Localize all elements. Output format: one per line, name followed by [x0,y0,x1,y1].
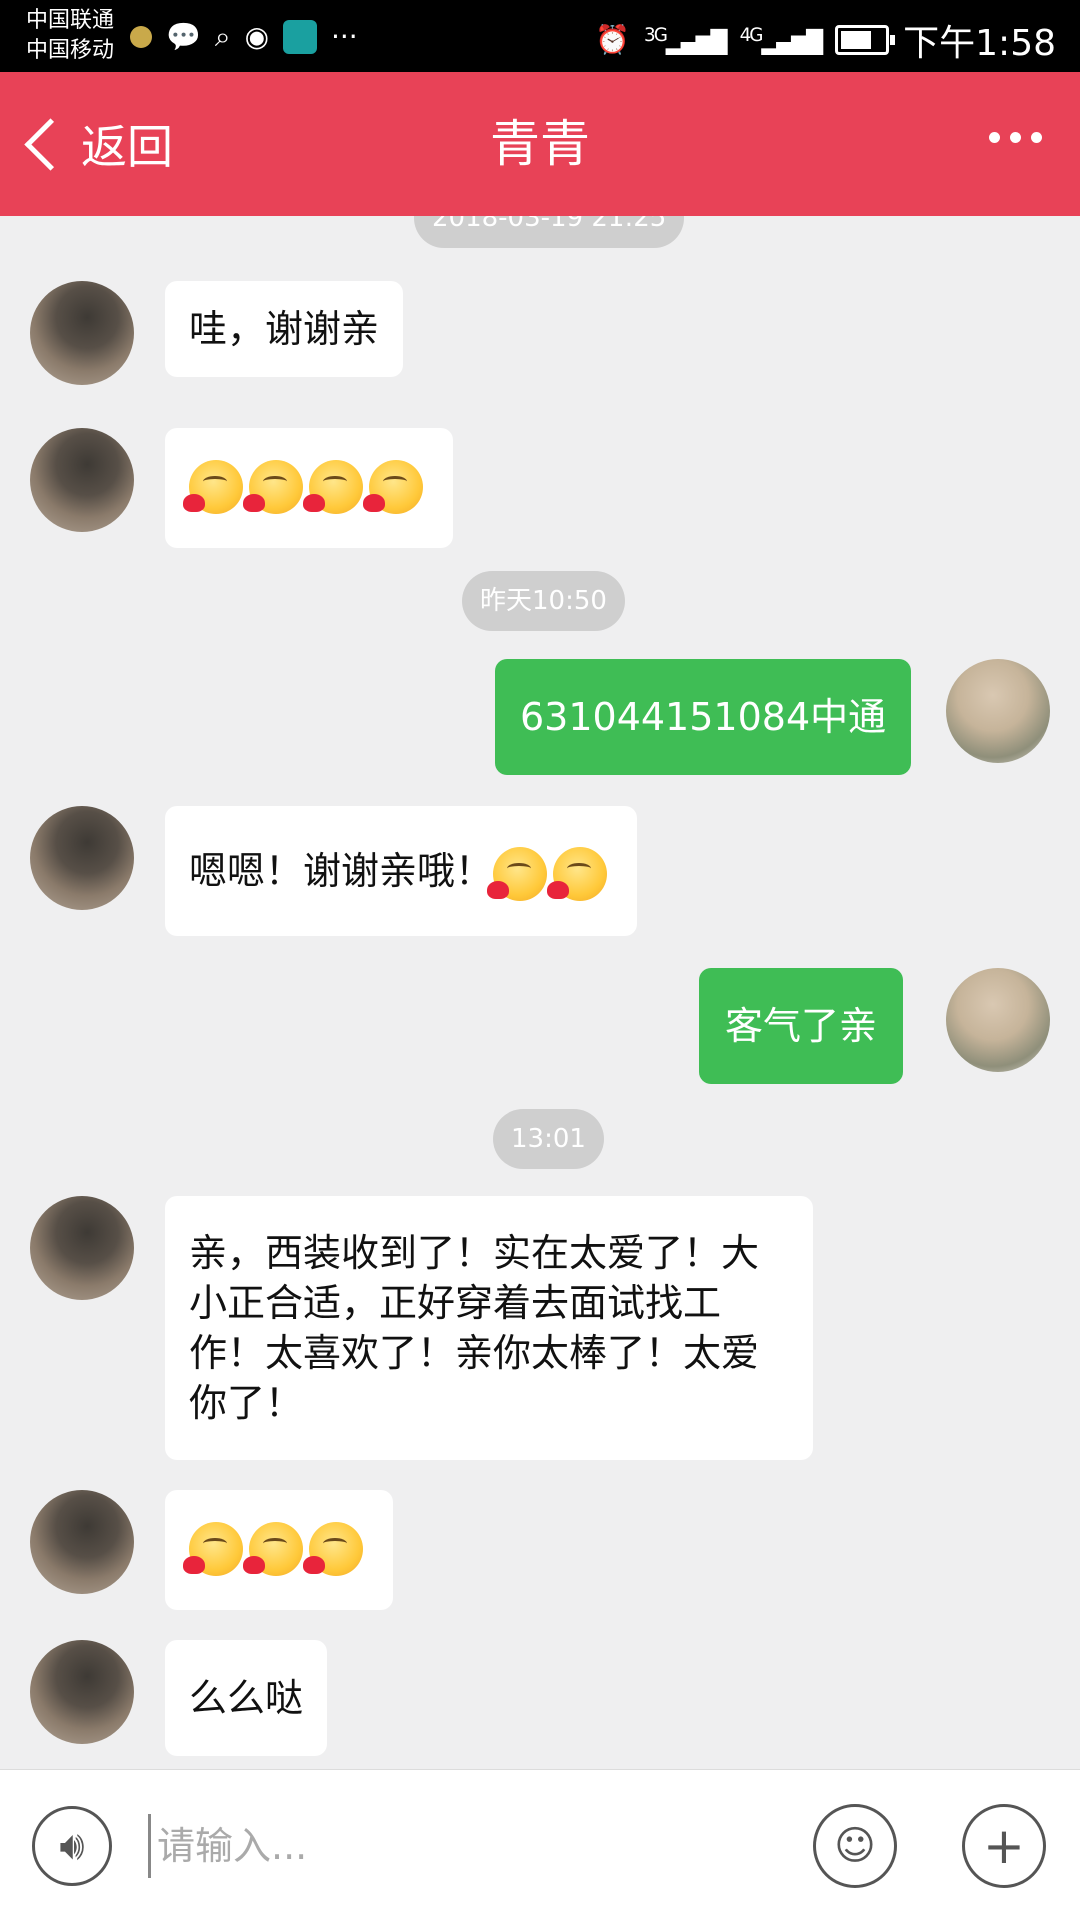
incoming-message[interactable]: 么么哒 [165,1640,328,1756]
page-title: 青青 [490,115,590,173]
plus-icon: + [983,1817,1025,1875]
blush-heart-emoji-icon [547,846,608,901]
user-avatar[interactable] [946,968,1050,1072]
alarm-icon: ⏰ [595,23,631,56]
carrier-2: 中国移动 [26,38,115,63]
message-text: 客气了亲 [725,1004,878,1048]
message-text: 么么哒 [189,1676,304,1720]
signal-3g-label: 3G [644,24,668,46]
voice-icon: 🔊︎ [59,1823,85,1869]
incoming-emoji-message[interactable] [165,1490,393,1610]
message-input[interactable] [148,1814,779,1878]
user-avatar[interactable] [946,659,1050,763]
blush-heart-emoji-icon [487,846,548,901]
status-indicators: ⏰ 3G▂▄▆█ 4G▂▄▆█ 下午1:58 [595,14,1056,66]
voice-button[interactable]: 🔊︎ [32,1806,112,1886]
incoming-message[interactable]: 哇，谢谢亲 [165,281,404,377]
message-text: 亲，西装收到了！实在太爱了！大小正合适，正好穿着去面试找工作！太喜欢了！亲你太棒… [189,1231,760,1425]
contact-avatar[interactable] [30,1640,134,1744]
blush-heart-emoji-icon [243,460,303,514]
contact-avatar[interactable] [30,806,134,910]
status-bar: 中国联通 中国移动 💬 ⌕ ◉ ··· ⏰ 3G▂▄▆█ 4G▂▄▆█ 下午1:… [0,0,1080,72]
chat-messages[interactable]: 2018-03-19 21:25 哇，谢谢亲 昨天10:50 631044151… [0,216,1080,1769]
timestamp-pill: 昨天10:50 [462,571,625,631]
notification-dot-icon [130,26,152,48]
more-notifications-icon: ··· [331,20,358,53]
outgoing-message[interactable]: 客气了亲 [699,968,904,1084]
battery-icon [835,25,896,55]
carrier-info: 中国联通 中国移动 [26,6,114,66]
contact-avatar[interactable] [30,1196,134,1300]
timestamp-pill: 2018-03-19 21:25 [414,216,685,248]
blush-heart-emoji-icon [363,460,423,514]
message-text: 哇，谢谢亲 [189,307,380,351]
contact-avatar[interactable] [30,1490,134,1594]
smiley-icon: ☺ [834,1823,876,1869]
status-time: 下午1:58 [903,23,1056,64]
signal-4g-label: 4G [739,24,764,46]
more-dot-icon [989,132,1000,143]
incoming-message[interactable]: 亲，西装收到了！实在太爱了！大小正合适，正好穿着去面试找工作！太喜欢了！亲你太棒… [165,1196,813,1460]
blush-heart-emoji-icon [303,1522,363,1576]
more-options-button[interactable] [989,132,1042,143]
more-dot-icon [1010,132,1021,143]
message-text: 631044151084中通 [520,695,887,739]
carrier-1: 中国联通 [26,8,115,33]
wechat-icon: 💬 [166,20,201,53]
emoji-button[interactable]: ☺ [813,1804,897,1888]
blush-heart-emoji-icon [183,460,243,514]
outgoing-message[interactable]: 631044151084中通 [495,659,912,775]
more-actions-button[interactable]: + [962,1804,1046,1888]
blush-heart-emoji-icon [243,1522,303,1576]
contact-avatar[interactable] [30,281,134,385]
incoming-emoji-message[interactable] [165,428,453,548]
blush-heart-emoji-icon [183,1522,243,1576]
signal-4g-icon: 4G▂▄▆█ [739,24,824,56]
blush-heart-emoji-icon [303,460,363,514]
search-icon: ⌕ [214,20,231,53]
message-text: 嗯嗯！谢谢亲哦！ [189,849,494,893]
contact-avatar[interactable] [30,428,134,532]
timestamp-pill: 13:01 [493,1109,604,1169]
chat-header: 返回 青青 [0,72,1080,216]
incoming-message[interactable]: 嗯嗯！谢谢亲哦！ [165,806,638,936]
book-app-icon [283,20,317,54]
qq-browser-icon: ◉ [244,20,269,53]
signal-3g-icon: 3G▂▄▆█ [644,24,728,56]
input-bar: 🔊︎ ☺ + [0,1769,1080,1921]
more-dot-icon [1031,132,1042,143]
notification-icons: 💬 ⌕ ◉ ··· [130,20,358,54]
